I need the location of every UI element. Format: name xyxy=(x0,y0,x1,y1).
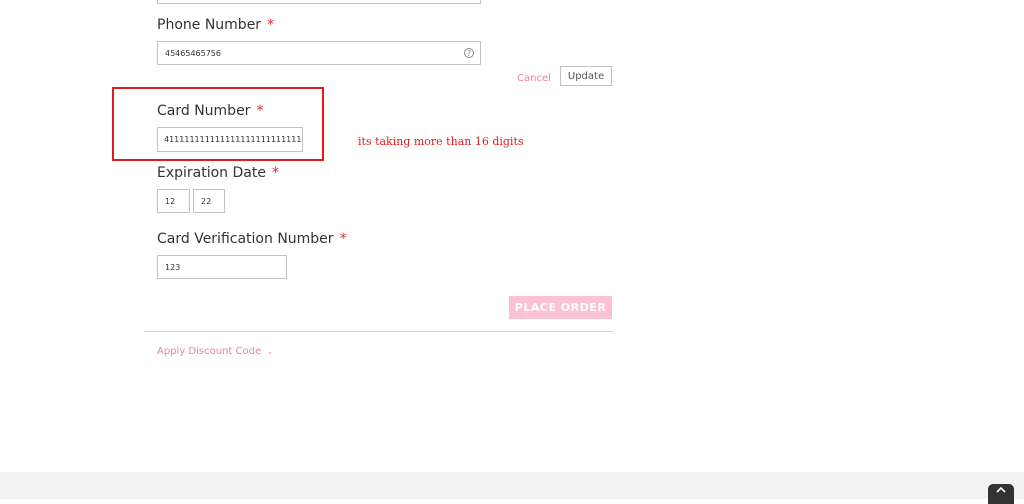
annotation-highlight-box xyxy=(112,87,324,161)
page-footer xyxy=(0,472,1024,499)
update-button[interactable]: Update xyxy=(560,66,612,86)
cancel-link[interactable]: Cancel xyxy=(517,73,551,84)
card-verification-value: 123 xyxy=(165,262,181,272)
place-order-button[interactable]: PLACE ORDER xyxy=(509,296,612,319)
previous-field-input[interactable] xyxy=(157,0,481,4)
phone-number-input[interactable]: 45465465756 ? xyxy=(157,41,481,65)
question-circle-icon[interactable]: ? xyxy=(464,48,474,58)
card-verification-input[interactable]: 123 xyxy=(157,255,287,279)
phone-number-value: 45465465756 xyxy=(165,48,221,58)
expiration-date-label: Expiration Date * xyxy=(157,165,279,181)
apply-discount-toggle[interactable]: Apply Discount Code ⌄ xyxy=(157,346,273,357)
expiration-year-value: 22 xyxy=(201,196,212,206)
section-divider xyxy=(144,331,613,332)
expiration-month-input[interactable]: 12 xyxy=(157,189,190,213)
apply-discount-label: Apply Discount Code xyxy=(157,346,262,357)
expiration-month-value: 12 xyxy=(165,196,176,206)
phone-number-label: Phone Number * xyxy=(157,17,275,33)
annotation-note: its taking more than 16 digits xyxy=(358,135,524,148)
chevron-down-icon: ⌄ xyxy=(267,348,273,356)
expiration-year-input[interactable]: 22 xyxy=(193,189,225,213)
chevron-up-icon xyxy=(996,486,1006,493)
card-verification-label: Card Verification Number * xyxy=(157,231,347,247)
back-to-top-button[interactable] xyxy=(988,484,1014,504)
